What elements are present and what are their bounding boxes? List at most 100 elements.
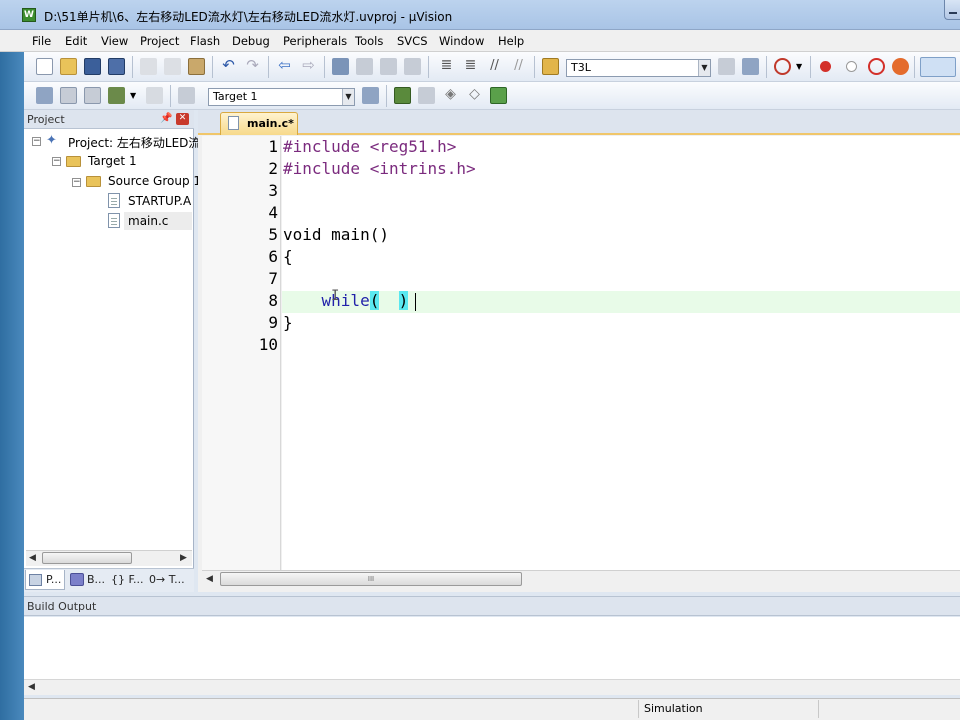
chevron-down-icon[interactable]: ▼ xyxy=(342,89,354,105)
scroll-left-icon[interactable]: ◀ xyxy=(29,553,36,563)
build-output-hscrollbar[interactable] xyxy=(24,679,960,695)
folder-icon xyxy=(86,176,101,187)
menu-window[interactable]: Window xyxy=(439,34,484,48)
download-icon[interactable] xyxy=(178,87,195,104)
stop-build-icon[interactable] xyxy=(146,87,163,104)
collapse-target-icon[interactable]: − xyxy=(52,157,61,166)
collapse-group-icon[interactable]: − xyxy=(72,178,81,187)
build-output-panel[interactable] xyxy=(24,617,960,679)
menu-tools[interactable]: Tools xyxy=(355,34,383,48)
code-line[interactable]: { xyxy=(283,246,293,268)
code-line[interactable]: void main() xyxy=(283,224,389,246)
scroll-left-icon[interactable]: ◀ xyxy=(206,574,213,584)
translate-icon[interactable] xyxy=(36,87,53,104)
status-bar xyxy=(24,698,960,720)
redo-icon[interactable]: ↷ xyxy=(244,58,261,75)
code-line[interactable]: while( ) xyxy=(283,290,409,312)
comment-icon[interactable]: // xyxy=(486,58,503,75)
tree-target[interactable]: Target 1 xyxy=(88,154,137,168)
nav-back-icon[interactable]: ⇦ xyxy=(276,58,293,75)
window-layout-icon[interactable] xyxy=(920,57,956,77)
breakpoint-kill-icon[interactable] xyxy=(868,58,885,75)
scroll-left-icon[interactable]: ◀ xyxy=(28,682,35,692)
rebuild-icon[interactable] xyxy=(84,87,101,104)
collapse-project-icon[interactable]: − xyxy=(32,137,41,146)
cut-icon[interactable] xyxy=(140,58,157,75)
find-icon[interactable] xyxy=(718,58,735,75)
toolbar-separator xyxy=(324,56,325,78)
tree-project[interactable]: Project: 左右移动LED流 xyxy=(68,134,200,151)
project-scroll-thumb[interactable] xyxy=(42,552,132,564)
chevron-down-icon[interactable]: ▼ xyxy=(130,91,136,100)
tree-file-startup[interactable]: STARTUP.A xyxy=(128,194,191,208)
save-all-icon[interactable] xyxy=(108,58,125,75)
code-token: void main() xyxy=(283,225,389,244)
pack-installer-icon[interactable]: ◇ xyxy=(466,87,483,104)
target-options-icon[interactable] xyxy=(362,87,379,104)
paste-icon[interactable] xyxy=(188,58,205,75)
window-title: D:\51单片机\6、左右移动LED流水灯\左右移动LED流水灯.uvproj … xyxy=(44,10,453,24)
nav-forward-icon[interactable]: ⇨ xyxy=(300,58,317,75)
menu-peripherals[interactable]: Peripherals xyxy=(283,34,347,48)
save-icon[interactable] xyxy=(84,58,101,75)
chevron-down-icon[interactable]: ▼ xyxy=(796,62,802,71)
tree-source-group[interactable]: Source Group 1 xyxy=(108,174,201,188)
breakpoint-disable-icon[interactable] xyxy=(846,61,857,72)
line-number: 8 xyxy=(268,291,278,310)
new-file-icon[interactable] xyxy=(36,58,53,75)
books-icon xyxy=(70,573,84,586)
menu-project[interactable]: Project xyxy=(140,34,179,48)
menu-svcs[interactable]: SVCS xyxy=(397,34,428,48)
target-combo[interactable]: Target 1 ▼ xyxy=(208,88,355,106)
chevron-down-icon[interactable]: ▼ xyxy=(698,60,710,76)
incremental-find-icon[interactable] xyxy=(742,58,759,75)
editor-scroll-thumb[interactable]: III xyxy=(220,572,522,586)
tree-file-main[interactable]: main.c xyxy=(128,214,168,228)
undo-icon[interactable]: ↶ xyxy=(220,58,237,75)
build-icon[interactable] xyxy=(60,87,77,104)
find-in-files-icon[interactable] xyxy=(542,58,559,75)
code-line[interactable]: } xyxy=(283,312,293,334)
toolbar-separator xyxy=(386,85,387,107)
bookmark-clear-icon[interactable] xyxy=(404,58,421,75)
minimize-button[interactable] xyxy=(944,0,960,20)
bookmark-next-icon[interactable] xyxy=(380,58,397,75)
copy-icon[interactable] xyxy=(164,58,181,75)
tab-main-c-label: main.c* xyxy=(247,117,294,130)
tab-templates[interactable]: 0→ T... xyxy=(148,570,192,590)
menu-debug[interactable]: Debug xyxy=(232,34,270,48)
menu-help[interactable]: Help xyxy=(498,34,524,48)
find-combo[interactable]: T3L ▼ xyxy=(566,59,711,77)
code-token: } xyxy=(283,313,293,332)
code-editor[interactable] xyxy=(282,136,960,570)
bookmark-toggle-icon[interactable] xyxy=(332,58,349,75)
toolbar-separator xyxy=(268,56,269,78)
code-line[interactable]: #include <reg51.h> xyxy=(283,136,456,158)
code-line[interactable]: #include <intrins.h> xyxy=(283,158,476,180)
breakpoint-icon[interactable] xyxy=(820,61,831,72)
menu-flash[interactable]: Flash xyxy=(190,34,220,48)
menu-view[interactable]: View xyxy=(101,34,128,48)
file-extensions-icon[interactable] xyxy=(418,87,435,104)
scroll-thumb-grip: III xyxy=(367,575,375,583)
open-folder-icon[interactable] xyxy=(60,58,77,75)
bookmark-prev-icon[interactable] xyxy=(356,58,373,75)
indent-icon[interactable]: ≣ xyxy=(438,58,455,75)
scroll-right-icon[interactable]: ▶ xyxy=(180,553,187,563)
manage-components-icon[interactable] xyxy=(394,87,411,104)
rte-icon[interactable] xyxy=(490,87,507,104)
select-packs-icon[interactable]: ◈ xyxy=(442,87,459,104)
close-icon[interactable]: ✕ xyxy=(176,113,189,125)
unindent-icon[interactable]: ≣ xyxy=(462,58,479,75)
batch-build-icon[interactable] xyxy=(108,87,125,104)
toolbar-separator xyxy=(766,56,767,78)
debug-session-icon[interactable] xyxy=(774,58,791,75)
toolbar-separator xyxy=(132,56,133,78)
menu-file[interactable]: File xyxy=(32,34,51,48)
tab-functions[interactable]: {} F... xyxy=(108,570,146,590)
find-combo-value: T3L xyxy=(571,61,591,74)
menu-edit[interactable]: Edit xyxy=(65,34,87,48)
pin-icon[interactable]: 📌 xyxy=(160,113,172,124)
breakpoint-disable-all-icon[interactable] xyxy=(892,58,909,75)
uncomment-icon[interactable]: // xyxy=(510,58,527,75)
